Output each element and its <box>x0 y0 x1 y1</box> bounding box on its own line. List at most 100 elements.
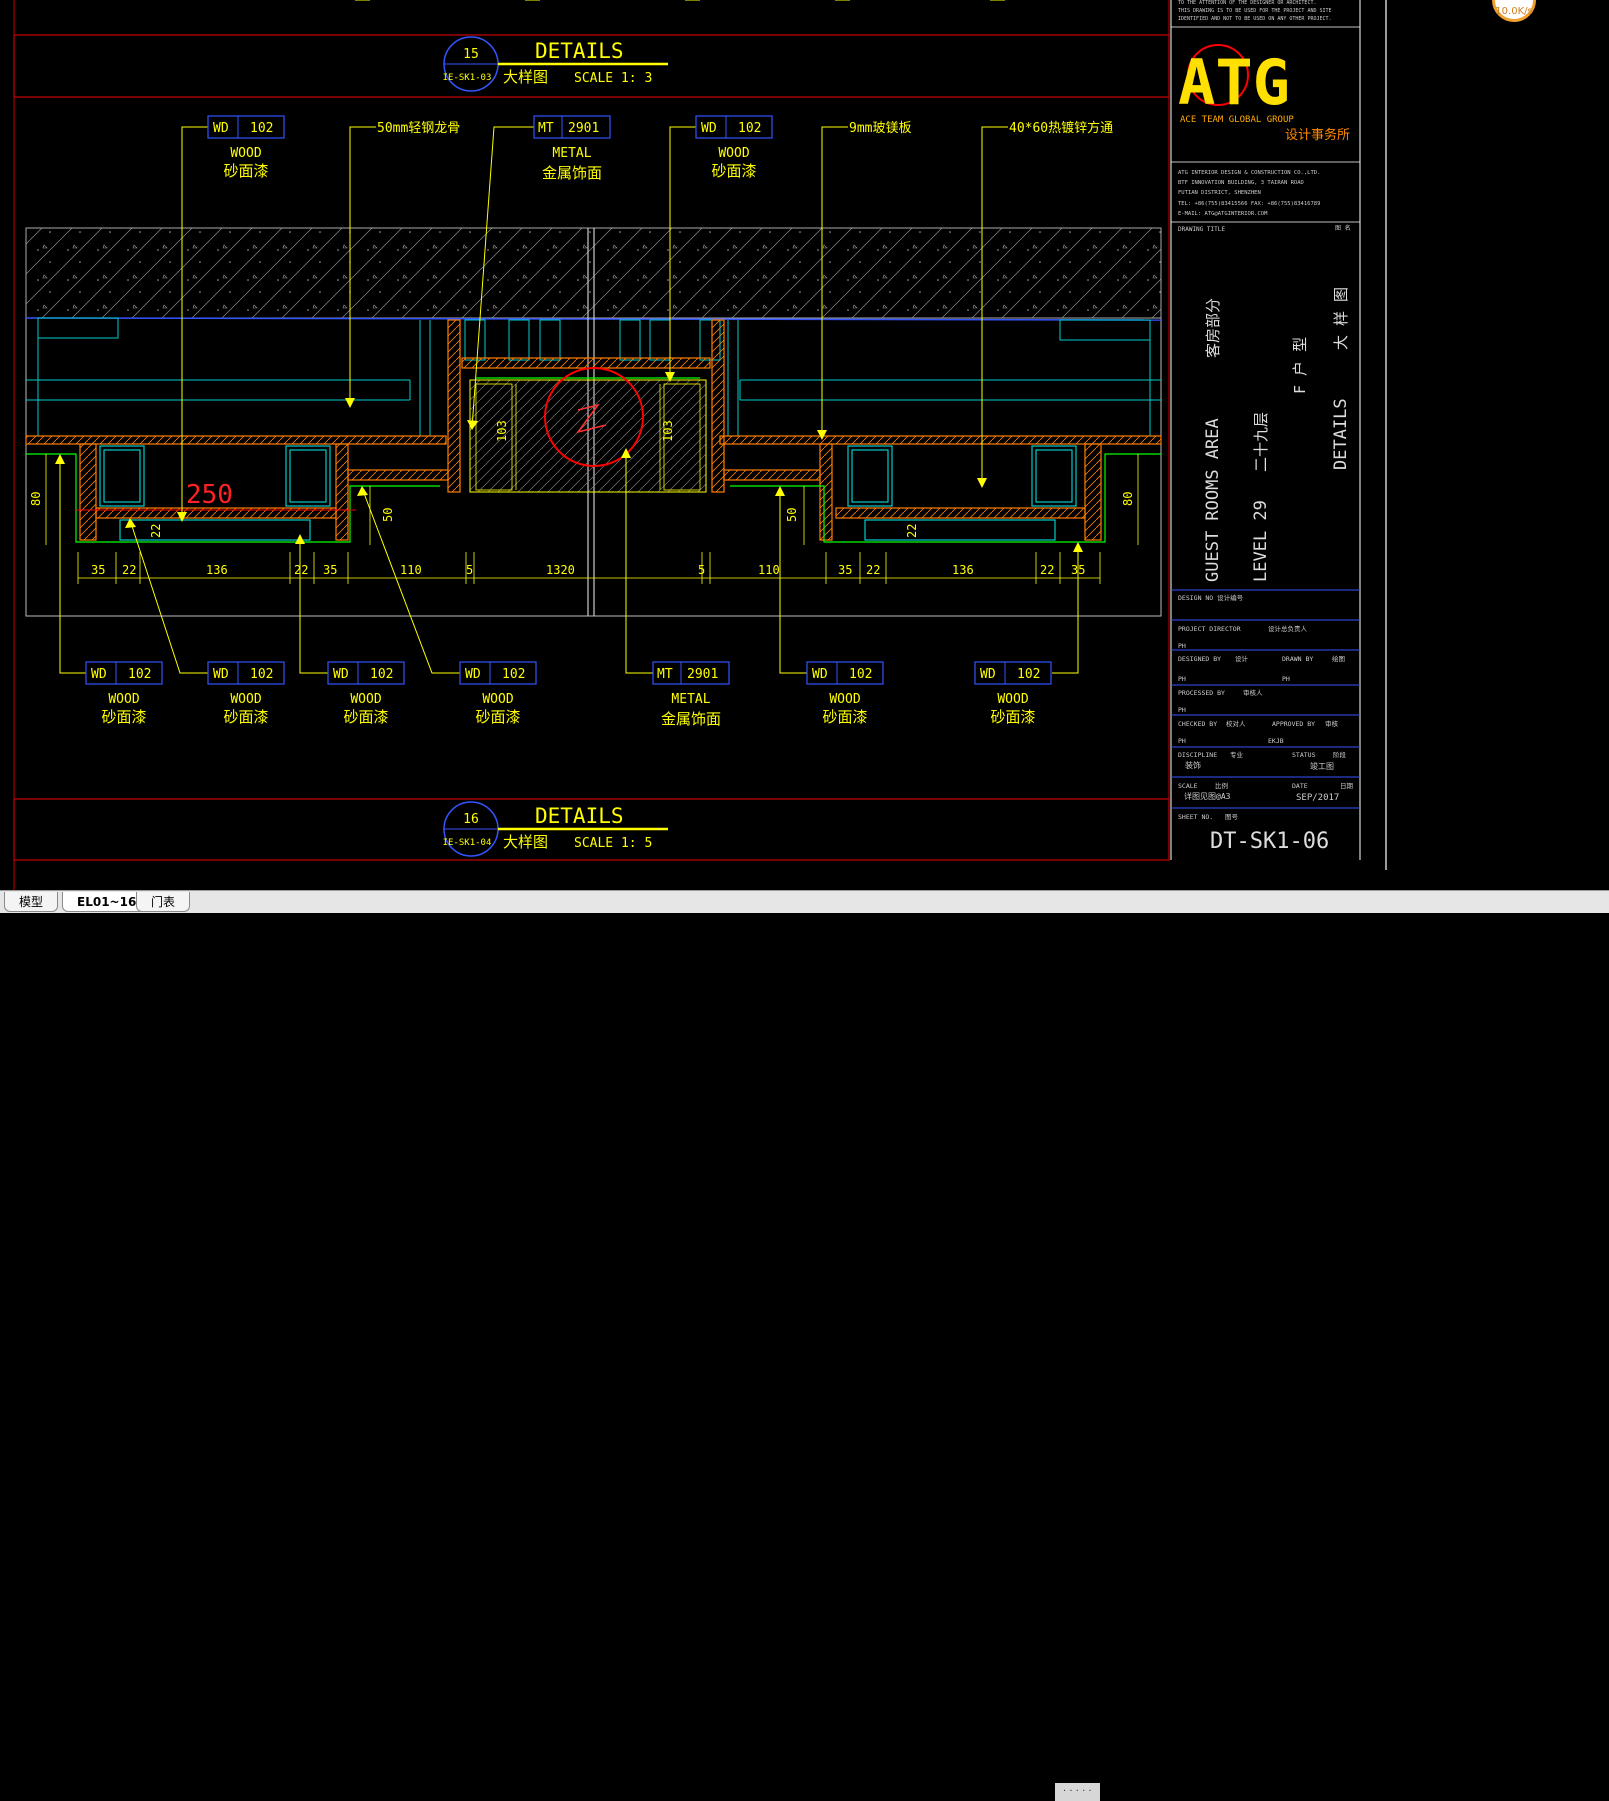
svg-text:日期: 日期 <box>1340 782 1354 790</box>
layout-tab-bar: 模型 EL01~16 门表 · · · · · <box>0 890 1609 1801</box>
svg-text:WD: WD <box>980 667 996 682</box>
svg-text:102: 102 <box>128 667 151 682</box>
callout-bottom-1[interactable]: WD 102 WOOD 砂面漆 <box>85 661 163 726</box>
cad-drawing-canvas[interactable]: 15 IE-SK1-03 DETAILS 大样图 SCALE 1: 3 16 I… <box>0 0 1609 890</box>
detail-title-15: 15 IE-SK1-03 DETAILS 大样图 SCALE 1: 3 <box>443 36 668 92</box>
svg-text:35: 35 <box>323 563 337 577</box>
svg-text:ATG: ATG <box>1178 46 1290 119</box>
detail-title-cn: 大样图 <box>503 833 548 851</box>
svg-text:装饰: 装饰 <box>1185 760 1201 770</box>
svg-text:THIS DRAWING IS TO BE USED FOR: THIS DRAWING IS TO BE USED FOR THE PROJE… <box>1178 8 1332 14</box>
svg-text:5: 5 <box>698 563 705 577</box>
svg-text:WOOD: WOOD <box>108 692 139 707</box>
company-logo: ATG ACE TEAM GLOBAL GROUP 设计事务所 <box>1178 44 1350 143</box>
svg-text:WOOD: WOOD <box>230 146 261 161</box>
note-steel-stud: 50mm轻钢龙骨 <box>377 121 460 136</box>
detail-scale: SCALE 1: 3 <box>574 71 652 86</box>
svg-text:PH: PH <box>1282 675 1290 683</box>
svg-text:砂面漆: 砂面漆 <box>822 708 867 726</box>
sheet-number: DT-SK1-06 <box>1210 829 1329 854</box>
svg-text:DESIGN NO 设计编号: DESIGN NO 设计编号 <box>1178 593 1244 602</box>
svg-text:PH: PH <box>1178 737 1186 745</box>
svg-text:专业: 专业 <box>1230 750 1244 759</box>
svg-text:35: 35 <box>838 563 852 577</box>
svg-text:136: 136 <box>952 563 974 577</box>
svg-text:WD: WD <box>812 667 828 682</box>
detail-number: 16 <box>463 812 479 827</box>
callout-bottom-6[interactable]: WD 102 WOOD 砂面漆 <box>806 661 884 726</box>
detail-ref: IE-SK1-03 <box>443 73 492 83</box>
svg-text:SHEET NO.: SHEET NO. <box>1178 813 1213 821</box>
svg-text:MT: MT <box>538 121 554 136</box>
area-cn: 客房部分 <box>1204 298 1222 358</box>
svg-text:SEP/2017: SEP/2017 <box>1296 793 1339 803</box>
svg-text:103: 103 <box>661 420 675 442</box>
callout-top-wood-1[interactable]: WD 102 WOOD 砂面漆 <box>207 115 285 180</box>
note-board: 9mm玻镁板 <box>849 121 911 136</box>
title-block: TO THE ATTENTION OF THE DESIGNER OR ARCH… <box>1170 0 1361 860</box>
svg-text:WD: WD <box>213 121 229 136</box>
section-drawing[interactable] <box>25 227 1162 617</box>
svg-text:竣工图: 竣工图 <box>1310 761 1334 771</box>
svg-text:102: 102 <box>250 121 273 136</box>
details-cn: 大 样 图 <box>1332 287 1350 350</box>
svg-text:砂面漆: 砂面漆 <box>711 162 756 180</box>
svg-text:103: 103 <box>495 420 509 442</box>
svg-text:22: 22 <box>905 524 919 538</box>
detail-title-16: 16 IE-SK1-04 DETAILS 大样图 SCALE 1: 5 <box>443 801 668 857</box>
svg-text:22: 22 <box>122 563 136 577</box>
svg-text:APPROVED BY: APPROVED BY <box>1272 720 1315 728</box>
svg-text:250: 250 <box>186 480 233 510</box>
svg-text:图 名: 图 名 <box>1335 224 1351 232</box>
callout-bottom-7[interactable]: WD 102 WOOD 砂面漆 <box>974 661 1052 726</box>
svg-text:MT: MT <box>657 667 673 682</box>
svg-text:WOOD: WOOD <box>997 692 1028 707</box>
note-tube: 40*60热镀锌方通 <box>1009 120 1113 136</box>
svg-text:50mm轻钢龙骨: 50mm轻钢龙骨 <box>377 121 460 136</box>
svg-text:WOOD: WOOD <box>718 146 749 161</box>
svg-text:图号: 图号 <box>1225 813 1239 821</box>
svg-text:砂面漆: 砂面漆 <box>223 162 268 180</box>
svg-text:FUTIAN DISTRICT, SHENZHEN: FUTIAN DISTRICT, SHENZHEN <box>1178 190 1261 196</box>
svg-text:审核: 审核 <box>1325 719 1339 728</box>
svg-text:PH: PH <box>1178 642 1186 650</box>
detail-scale: SCALE 1: 5 <box>574 836 652 851</box>
svg-text:设计: 设计 <box>1235 654 1249 663</box>
svg-text:WOOD: WOOD <box>350 692 381 707</box>
callout-bottom-metal[interactable]: MT 2901 METAL 金属饰面 <box>652 661 730 728</box>
svg-text:设计事务所: 设计事务所 <box>1285 127 1350 143</box>
svg-text:22: 22 <box>149 524 163 538</box>
svg-text:102: 102 <box>370 667 393 682</box>
detail-title: DETAILS <box>535 39 624 63</box>
details-en: DETAILS <box>1331 398 1351 470</box>
callout-bottom-4[interactable]: WD 102 WOOD 砂面漆 <box>459 661 537 726</box>
area-en: GUEST ROOMS AREA <box>1203 418 1223 582</box>
svg-text:WD: WD <box>213 667 229 682</box>
svg-text:PROCESSED BY: PROCESSED BY <box>1178 689 1225 697</box>
detail-title: DETAILS <box>535 804 624 828</box>
callout-top-wood-2[interactable]: WD 102 WOOD 砂面漆 <box>695 115 773 180</box>
svg-text:BTF INNOVATION BUILDING, 3 TAI: BTF INNOVATION BUILDING, 3 TAIRAN ROAD <box>1178 180 1304 186</box>
svg-text:22: 22 <box>866 563 880 577</box>
svg-text:METAL: METAL <box>552 146 591 161</box>
svg-text:102: 102 <box>502 667 525 682</box>
callout-top-metal[interactable]: MT 2901 METAL 金属饰面 <box>533 115 611 182</box>
svg-text:EKJB: EKJB <box>1268 737 1284 745</box>
svg-text:102: 102 <box>250 667 273 682</box>
svg-text:DISCIPLINE: DISCIPLINE <box>1178 751 1217 759</box>
callout-bottom-2[interactable]: WD 102 WOOD 砂面漆 <box>207 661 285 726</box>
tab-model[interactable]: 模型 <box>4 892 59 912</box>
svg-text:WD: WD <box>333 667 349 682</box>
svg-text:阶段: 阶段 <box>1333 750 1347 759</box>
svg-text:2901: 2901 <box>568 121 599 136</box>
svg-text:PH: PH <box>1178 675 1186 683</box>
svg-text:136: 136 <box>206 563 228 577</box>
svg-text:PROJECT DIRECTOR: PROJECT DIRECTOR <box>1178 625 1241 633</box>
svg-text:35: 35 <box>91 563 105 577</box>
tab-door-schedule[interactable]: 门表 <box>136 892 191 912</box>
svg-text:SCALE: SCALE <box>1178 782 1198 790</box>
svg-text:DRAWN BY: DRAWN BY <box>1282 655 1313 663</box>
svg-text:绘图: 绘图 <box>1332 654 1345 663</box>
svg-text:DATE: DATE <box>1292 782 1308 790</box>
callout-bottom-3[interactable]: WD 102 WOOD 砂面漆 <box>327 661 405 726</box>
